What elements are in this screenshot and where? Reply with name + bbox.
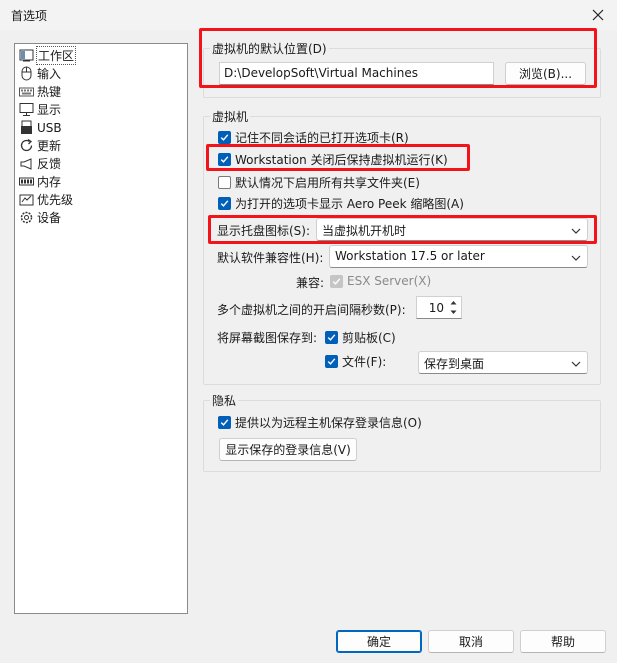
nav-item-memory[interactable]: 内存 (19, 173, 61, 190)
nav-item-label: 设备 (37, 211, 62, 225)
tray-icon-value: 当虚拟机开机时 (322, 224, 407, 238)
esx-server-label: ESX Server(X) (347, 274, 432, 288)
compat-value: Workstation 17.5 or later (335, 249, 485, 263)
memory-icon (19, 174, 34, 189)
nav-item-display[interactable]: 显示 (19, 101, 61, 118)
clipboard-label: 剪贴板(C) (342, 331, 396, 345)
interval-label: 多个虚拟机之间的开启间隔秒数(P): (217, 303, 406, 317)
ok-button[interactable]: 确定 (336, 630, 422, 653)
nav-item-updates[interactable]: 更新 (19, 137, 61, 154)
remember-tabs-label: 记住不同会话的已打开选项卡(R) (235, 131, 409, 145)
privacy-group (203, 400, 601, 472)
nav-item-input[interactable]: 输入 (19, 65, 61, 82)
device-gear-icon (19, 210, 34, 225)
nav-item-label: 热键 (37, 85, 62, 99)
keyboard-icon (19, 84, 34, 99)
save-login-checkbox[interactable]: 提供以为远程主机保存登录信息(O) (218, 414, 422, 431)
enable-shared-folders-checkbox[interactable]: 默认情况下启用所有共享文件夹(E) (218, 174, 420, 191)
aero-peek-label: 为打开的选项卡显示 Aero Peek 缩略图(A) (235, 197, 464, 211)
save-location-select[interactable]: 保存到桌面 (418, 351, 588, 374)
keep-running-label: Workstation 关闭后保持虚拟机运行(K) (235, 153, 448, 167)
nav-item-label: 优先级 (37, 193, 74, 207)
nav-item-devices[interactable]: 设备 (19, 209, 61, 226)
nav-item-usb[interactable]: USB (19, 119, 62, 136)
mouse-icon (19, 66, 34, 81)
title-bar: 首选项 (0, 0, 617, 30)
keep-running-checkbox[interactable]: Workstation 关闭后保持虚拟机运行(K) (218, 151, 448, 168)
checkbox-checked (218, 153, 231, 166)
aero-peek-checkbox[interactable]: 为打开的选项卡显示 Aero Peek 缩略图(A) (218, 195, 464, 212)
cancel-button[interactable]: 取消 (428, 630, 514, 653)
interval-value: 10 (428, 301, 444, 315)
nav-item-hotkeys[interactable]: 热键 (19, 83, 61, 100)
usb-icon (19, 120, 34, 135)
nav-item-label: 工作区 (35, 46, 77, 65)
megaphone-icon (19, 156, 34, 171)
default-location-title: 虚拟机的默认位置(D) (210, 40, 329, 57)
compat-select[interactable]: Workstation 17.5 or later (329, 245, 588, 268)
nav-item-label: 显示 (37, 103, 62, 117)
checkbox-checked-disabled (330, 274, 343, 288)
help-button[interactable]: 帮助 (520, 630, 606, 653)
compat-with-label: 兼容: (296, 276, 325, 290)
chevron-down-icon (571, 252, 581, 262)
default-location-input[interactable]: D:\DevelopSoft\Virtual Machines (219, 62, 494, 85)
window-title: 首选项 (11, 9, 48, 23)
remember-tabs-checkbox[interactable]: 记住不同会话的已打开选项卡(R) (218, 129, 409, 146)
checkbox-checked (325, 355, 338, 368)
show-saved-login-button[interactable]: 显示保存的登录信息(V) (219, 438, 357, 461)
nav-item-label: 反馈 (37, 157, 62, 171)
checkbox-checked (218, 416, 231, 429)
category-list: 工作区 输入 热键 显示 USB 更新 反馈 内存 优先级 设备 (14, 43, 188, 614)
nav-item-workspace[interactable]: 工作区 (19, 46, 77, 65)
chevron-down-icon (571, 225, 581, 235)
nav-item-label: 输入 (37, 67, 62, 81)
save-login-label: 提供以为远程主机保存登录信息(O) (235, 416, 422, 430)
checkbox-checked (218, 197, 231, 210)
nav-item-label: 内存 (37, 175, 62, 189)
priority-icon (19, 192, 34, 207)
spinner-down-icon[interactable] (447, 308, 460, 317)
nav-item-priority[interactable]: 优先级 (19, 191, 73, 208)
workspace-icon (19, 48, 34, 63)
nav-item-feedback[interactable]: 反馈 (19, 155, 61, 172)
nav-item-label: USB (37, 120, 62, 135)
checkbox-unchecked (218, 176, 231, 189)
vm-group-title: 虚拟机 (210, 108, 251, 125)
preferences-dialog: 首选项 工作区 输入 热键 显示 USB 更新 反馈 内存 优先级 设备 虚拟机… (0, 0, 617, 663)
spinner-up-icon[interactable] (447, 298, 460, 307)
close-icon[interactable] (587, 4, 609, 26)
file-checkbox[interactable]: 文件(F): (325, 353, 386, 370)
esx-server-checkbox[interactable]: ESX Server(X) (330, 274, 431, 288)
clipboard-checkbox[interactable]: 剪贴板(C) (325, 329, 396, 346)
save-location-value: 保存到桌面 (424, 357, 485, 371)
file-label: 文件(F): (342, 355, 387, 369)
checkbox-checked (218, 131, 231, 144)
compat-label: 默认软件兼容性(H): (217, 251, 324, 265)
screenshot-label: 将屏幕截图保存到: (217, 331, 318, 345)
chevron-down-icon (571, 358, 581, 368)
tray-icon-label: 显示托盘图标(S): (217, 224, 311, 238)
monitor-icon (19, 102, 34, 117)
nav-item-label: 更新 (37, 139, 62, 153)
refresh-icon (19, 138, 34, 153)
browse-button[interactable]: 浏览(B)... (505, 62, 586, 85)
tray-icon-select[interactable]: 当虚拟机开机时 (316, 218, 588, 241)
checkbox-checked (325, 331, 338, 344)
interval-spinner[interactable]: 10 (416, 296, 462, 319)
privacy-group-title: 隐私 (210, 392, 239, 409)
enable-shared-folders-label: 默认情况下启用所有共享文件夹(E) (235, 176, 420, 190)
